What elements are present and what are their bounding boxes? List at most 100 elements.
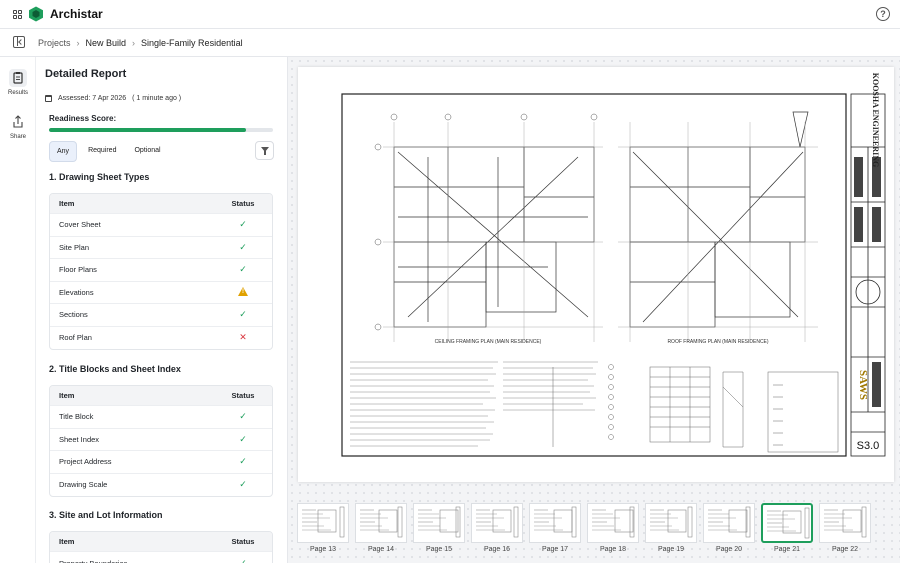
column-header-item: Item	[59, 537, 75, 546]
table-row[interactable]: Site Plan ✓	[50, 237, 272, 259]
row-item-label: Project Address	[59, 457, 112, 467]
page-thumbnail[interactable]	[587, 503, 639, 543]
row-status: ✓	[223, 434, 263, 445]
table-header: Item Status	[50, 532, 272, 552]
table-row[interactable]: Sections ✓	[50, 304, 272, 327]
drawing-sheet[interactable]: CEILING FRAMING PLAN (MAIN RESIDENCE) RO…	[298, 67, 894, 482]
assessed-ago: ( 1 minute ago )	[132, 95, 182, 102]
check-icon: ✓	[239, 433, 247, 444]
thumbnail-preview	[824, 506, 867, 538]
readiness-label: Readiness Score:	[49, 114, 117, 123]
breadcrumb-current: Single-Family Residential	[141, 38, 243, 48]
row-item-label: Sheet Index	[59, 434, 100, 444]
column-header-status: Status	[231, 391, 255, 400]
thumbnail-preview	[534, 506, 577, 538]
page-thumbnail[interactable]	[703, 503, 755, 543]
share-icon	[9, 113, 27, 131]
row-status: ✓	[223, 309, 263, 320]
page-thumbnail[interactable]	[645, 503, 697, 543]
filter-chips: Any Required Optional	[49, 141, 168, 162]
drawing-viewer: CEILING FRAMING PLAN (MAIN RESIDENCE) RO…	[287, 57, 900, 563]
page-thumbnail-label: Page 18	[599, 546, 627, 553]
breadcrumb-bar: Projects › New Build › Single-Family Res…	[0, 29, 900, 57]
rail-results-label: Results	[7, 90, 28, 96]
check-icon: ✓	[239, 479, 247, 490]
help-icon[interactable]: ?	[876, 7, 890, 21]
page-thumbnail-label: Page 20	[715, 546, 743, 553]
thumbnail-preview	[418, 506, 461, 538]
table-row[interactable]: Title Block ✓	[50, 406, 272, 429]
thumbnail-preview	[302, 506, 345, 538]
page-thumbnail[interactable]	[297, 503, 349, 543]
checklist-table: Item Status Property Boundaries ✓	[49, 531, 273, 563]
row-status: ✓	[223, 264, 263, 275]
rail-share-button[interactable]: Share	[4, 113, 32, 140]
row-item-label: Title Block	[59, 412, 94, 422]
apps-grid-icon[interactable]	[13, 10, 22, 19]
row-item-label: Roof Plan	[59, 333, 92, 343]
page-thumbnail[interactable]	[819, 503, 871, 543]
table-row[interactable]: Project Address ✓	[50, 451, 272, 474]
report-panel: Detailed Report Assessed: 7 Apr 2026 ( 1…	[36, 57, 287, 563]
page-thumbnail[interactable]	[529, 503, 581, 543]
page-thumbnail[interactable]	[413, 503, 465, 543]
filter-any[interactable]: Any	[49, 141, 78, 162]
row-status: ✕	[223, 332, 263, 343]
row-item-label: Property Boundaries	[59, 559, 223, 563]
check-icon: ✓	[239, 264, 247, 275]
thumbnail-preview	[708, 506, 751, 538]
chevron-right-icon: ›	[76, 38, 80, 48]
report-title: Detailed Report	[45, 68, 127, 80]
filter-funnel-icon[interactable]	[255, 141, 274, 160]
thumbnail-preview	[476, 506, 519, 538]
page-thumbnail[interactable]	[761, 503, 813, 543]
page-thumbnail-label: Page 22	[831, 546, 859, 553]
table-row[interactable]: Roof Plan ✕	[50, 327, 272, 350]
column-header-status: Status	[231, 199, 255, 208]
page-thumbnail-label: Page 15	[425, 546, 453, 553]
chevron-right-icon: ›	[132, 38, 136, 48]
rail-share-label: Share	[9, 134, 26, 140]
table-row[interactable]: Sheet Index ✓	[50, 429, 272, 451]
table-row[interactable]: Property Boundaries ✓	[50, 552, 272, 563]
rail-results-button[interactable]: Results	[4, 69, 32, 96]
row-status: ✓	[223, 456, 263, 467]
warning-icon	[238, 286, 248, 296]
page-thumbnail[interactable]	[355, 503, 407, 543]
table-header: Item Status	[50, 194, 272, 214]
table-row[interactable]: Cover Sheet ✓	[50, 214, 272, 237]
column-header-status: Status	[231, 537, 255, 546]
row-item-label: Elevations	[59, 287, 94, 297]
row-item-label: Cover Sheet	[59, 220, 101, 230]
check-icon: ✓	[239, 456, 247, 467]
table-row[interactable]: Floor Plans ✓	[50, 259, 272, 282]
column-header-item: Item	[59, 199, 75, 208]
checklist-table: Item Status Cover Sheet ✓ Site Plan ✓ Floor Pl…	[49, 193, 273, 350]
page-thumbnail-label: Page 21	[773, 546, 801, 553]
saws-logo-text: SAWS	[857, 370, 869, 400]
check-icon: ✓	[239, 411, 247, 422]
toggle-panel-icon[interactable]	[13, 36, 25, 48]
page-thumbnail-label: Page 19	[657, 546, 685, 553]
column-header-item: Item	[59, 391, 75, 400]
check-icon: ✓	[239, 309, 247, 320]
filter-required[interactable]: Required	[81, 141, 123, 162]
company-logo-text: KOOSHA ENGINEERING	[871, 73, 880, 167]
filter-optional[interactable]: Optional	[127, 141, 167, 162]
row-status: ✓	[223, 219, 263, 230]
table-row[interactable]: Drawing Scale ✓	[50, 474, 272, 497]
thumbnail-preview	[592, 506, 635, 538]
page-thumbnail-strip: Page 13 Page 14 Page 15 Page 16 Page 17 Page …	[288, 497, 900, 563]
check-icon: ✓	[239, 557, 247, 563]
breadcrumb-new-build[interactable]: New Build	[86, 38, 127, 48]
page-thumbnail[interactable]	[471, 503, 523, 543]
row-item-label: Drawing Scale	[59, 480, 108, 490]
row-item-label: Site Plan	[59, 242, 90, 252]
row-status: ✓	[223, 558, 263, 563]
thumbnail-preview	[360, 506, 403, 538]
breadcrumb-projects[interactable]: Projects	[38, 38, 71, 48]
row-status: ✓	[223, 411, 263, 422]
page-thumbnail-label: Page 14	[367, 546, 395, 553]
checklist-table: Item Status Title Block ✓ Sheet Index ✓ Projec…	[49, 385, 273, 497]
table-row[interactable]: Elevations	[50, 282, 272, 304]
